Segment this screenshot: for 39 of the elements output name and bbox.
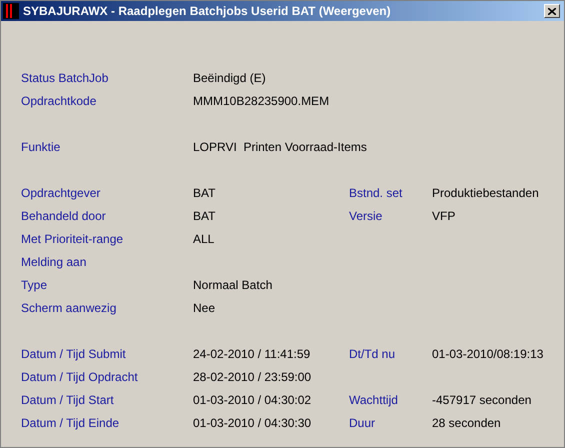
field-value: Normaal Batch [193,278,272,292]
field-label: Wachttijd [349,392,398,406]
field-label: Dt/Td nu [349,346,396,360]
close-button[interactable] [544,4,560,18]
field-value: BAT [193,208,216,222]
window-title: SYBAJURAWX - Raadplegen Batchjobs Userid BAT (Weergeven) [23,3,392,20]
app-icon [3,3,19,19]
field-value: BAT [193,186,216,200]
field-value: 24-02-2010 / 11:41:59 [193,346,310,360]
field-label: Funktie [21,140,60,154]
field-label: Datum / Tijd Submit [21,346,126,360]
field-value: Beëindigd (E) [193,70,266,84]
field-label: Behandeld door [21,208,106,222]
field-label: Met Prioriteit-range [21,232,124,246]
field-label: Melding aan [21,254,86,268]
field-label: Datum / Tijd Start [21,392,114,406]
field-value: Nee [193,300,216,314]
field-value: 01-03-2010 / 04:30:02 [193,392,312,406]
field-value: 28 seconden [432,416,501,430]
field-label: Opdrachtkode [21,94,96,108]
field-value: -457917 seconden [432,392,532,406]
field-value: 01-03-2010/08:19:13 [432,346,544,360]
field-label: Datum / Tijd Opdracht [21,370,138,384]
field-value: MMM10B28235900.MEM [193,94,330,108]
field-label: Scherm aanwezig [21,300,116,314]
close-icon [548,8,556,14]
field-value: Produktiebestanden [432,186,539,200]
field-label: Opdrachtgever [21,186,100,200]
field-label: Datum / Tijd Einde [21,416,120,430]
field-label: Duur [349,416,376,430]
field-label: Type [21,278,48,292]
field-value: ALL [193,232,214,246]
field-label: Bstnd. set [349,186,402,200]
field-label: Versie [349,208,382,222]
field-value: 01-03-2010 / 04:30:30 [193,416,312,430]
field-value: 28-02-2010 / 23:59:00 [193,370,312,384]
field-value: VFP [432,208,456,222]
field-value: LOPRVI Printen Voorraad-Items [193,140,367,154]
field-label: Status BatchJob [21,70,108,84]
